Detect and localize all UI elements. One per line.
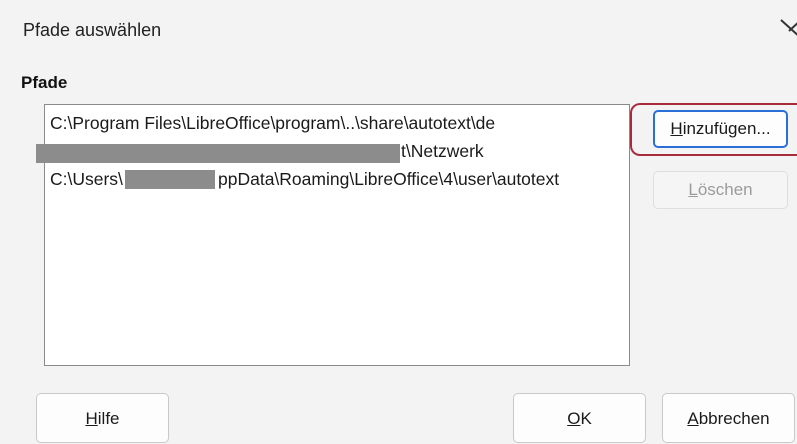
redaction-bar	[125, 170, 215, 189]
cancel-button[interactable]: Abbrechen	[662, 393, 795, 443]
path-list-item[interactable]: C:\Users\ ppData\Roaming\LibreOffice\4\u…	[50, 165, 559, 193]
delete-button[interactable]: Löschen	[653, 171, 788, 209]
path-list-item[interactable]: C:\Program Files\LibreOffice\program\..\…	[50, 109, 495, 137]
help-button[interactable]: Hilfe	[36, 393, 169, 443]
add-button[interactable]: Hinzufügen...	[653, 110, 788, 148]
ok-button[interactable]: OK	[513, 393, 646, 443]
paths-list[interactable]: C:\Program Files\LibreOffice\program\..\…	[36, 104, 630, 366]
redaction-bar	[36, 144, 400, 163]
section-label-paths: Pfade	[21, 73, 68, 92]
close-icon[interactable]	[779, 12, 797, 42]
dialog-title: Pfade auswählen	[23, 20, 162, 40]
path-list-item[interactable]: t\Netzwerk	[36, 137, 625, 165]
